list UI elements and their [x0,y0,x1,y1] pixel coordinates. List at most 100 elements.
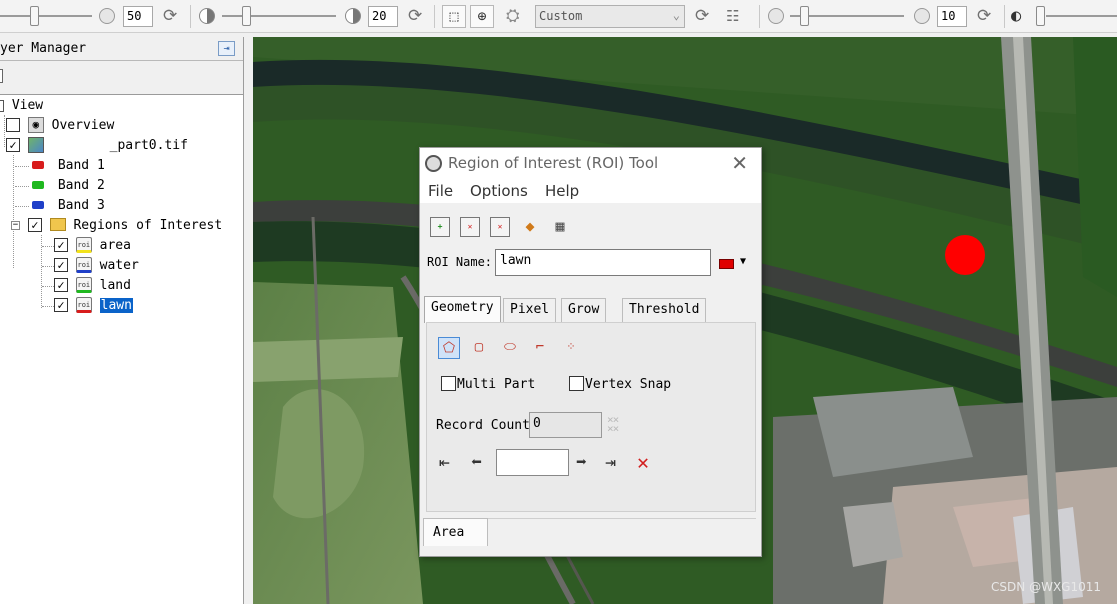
overview-checkbox[interactable] [6,117,20,132]
ellipse-tool-icon[interactable]: ⬭ [499,337,521,359]
tree-item-regions-of-interest[interactable]: − ✓ Regions of Interest [11,216,222,236]
tab-geometry[interactable]: Geometry [424,296,501,323]
contrast-slider-track[interactable] [222,15,336,17]
contrast-icon [199,8,215,24]
collapse-icon[interactable]: − [11,221,20,230]
tree-item-label-selected: lawn [99,298,133,313]
multi-part-option[interactable]: Multi Part [441,376,536,392]
vertex-snap-checkbox[interactable] [569,376,584,391]
stretch-mode-select[interactable]: Custom ⌄ [535,5,685,28]
tree-item-label: View [11,98,44,113]
stretch-icon[interactable]: ⛭ [506,6,520,26]
contrast-slider-thumb[interactable] [242,6,251,26]
vertex-snap-option[interactable]: Vertex Snap [569,376,672,392]
zoom-extent-icon[interactable]: ⬚ [442,5,466,28]
tree-item-roi-lawn[interactable]: ✓ roi lawn [54,296,133,316]
sharpen-icon [768,8,784,24]
layer-manager-title: yer Manager [0,41,87,56]
brightness-value-field[interactable]: 50 [123,6,153,27]
tree-item-band-2[interactable]: Band 2 [32,176,105,196]
delete-record-icon[interactable]: ✕ [637,450,649,474]
last-record-icon[interactable]: ⇥ [605,453,616,473]
calculator-icon[interactable]: ▦ [550,217,570,237]
band-blue-icon [32,200,44,209]
band-red-icon [32,160,44,169]
multi-part-checkbox[interactable] [441,376,456,391]
multi-part-label: Multi Part [457,377,536,392]
roi-checkbox[interactable]: ✓ [54,297,68,312]
dialog-menu-bar: File Options Help [420,179,761,203]
tree-item-roi-land[interactable]: ✓ roi land [54,276,131,296]
dialog-title-bar[interactable]: Region of Interest (ROI) Tool ✕ [420,148,761,179]
tab-grow[interactable]: Grow [561,298,607,322]
polygon-tool-icon[interactable]: ⬠ [438,337,460,359]
brightness-slider-thumb[interactable] [30,6,39,26]
raster-image-icon [27,136,44,153]
record-number-input[interactable] [496,449,569,476]
delete-roi-icon[interactable]: ✕ [460,217,480,237]
stretch-reset-icon[interactable]: ⟳ [695,6,709,26]
roi-checkbox[interactable]: ✓ [54,257,68,272]
new-roi-icon[interactable]: + [430,217,450,237]
tree-item-band-1[interactable]: Band 1 [32,156,105,176]
delete-all-roi-icon[interactable]: ✕ [490,217,510,237]
contrast-value-field[interactable]: 20 [368,6,398,27]
menu-options[interactable]: Options [470,182,528,200]
raster-checkbox[interactable]: ✓ [6,137,20,152]
tree-item-overview[interactable]: ◉ Overview [6,116,114,136]
menu-help[interactable]: Help [545,182,579,200]
toolbar-divider [759,5,760,28]
tab-threshold[interactable]: Threshold [622,298,707,322]
sharpen-slider-thumb[interactable] [800,6,809,26]
main-toolbar: 50 ⟳ 20 ⟳ ⬚ ⊕ ⛭ Custom ⌄ ⟳ ☷ 10 ⟳ ◐ [0,0,1117,33]
dialog-title: Region of Interest (ROI) Tool [448,154,659,172]
polyline-tool-icon[interactable]: ⌐ [529,337,551,359]
roi-checkbox[interactable]: ✓ [54,237,68,252]
pan-crosshair-icon[interactable]: ⊕ [470,5,494,28]
roi-icon: roi [75,296,92,313]
chevron-down-icon[interactable]: ▼ [740,256,746,267]
sharpen-reset-icon[interactable]: ⟳ [977,6,991,26]
tree-line [42,306,54,307]
eye-icon: ◉ [27,116,44,133]
tree-line [15,186,29,187]
tree-item-view[interactable]: View [0,96,43,116]
contrast-high-icon [345,8,361,24]
roi-tool-app-icon [425,155,442,172]
tree-line [15,206,29,207]
vertex-snap-label: Vertex Snap [585,377,672,392]
contrast-reset-icon[interactable]: ⟳ [408,6,422,26]
tree-item-raster[interactable]: ✓ _part0.tif [6,136,188,156]
tree-item-band-3[interactable]: Band 3 [32,196,105,216]
histogram-icon[interactable]: ☷ [726,6,739,26]
roi-name-input[interactable]: lawn [495,249,711,276]
collapse-icon[interactable] [0,99,4,112]
brightness-reset-icon[interactable]: ⟳ [163,6,177,26]
first-record-icon[interactable]: ⇤ [439,453,450,473]
roi-color-swatch[interactable] [719,259,734,269]
dock-panel-icon[interactable]: ⇥ [218,41,235,56]
close-icon[interactable]: ✕ [731,151,748,175]
record-count-field: 0 [529,412,602,438]
tab-area[interactable]: Area [423,518,488,546]
point-tool-icon[interactable]: ⁘ [560,337,582,359]
tab-pixel[interactable]: Pixel [503,298,557,322]
panel-grip [0,69,3,83]
roi-lawn-polygon[interactable] [945,235,985,275]
tree-item-roi-area[interactable]: ✓ roi area [54,236,131,256]
next-record-icon[interactable]: ➡ [576,453,587,473]
transparency-slider-track[interactable] [1046,15,1117,17]
sharpen-high-icon [914,8,930,24]
tree-item-roi-water[interactable]: ✓ roi water [54,256,139,276]
sharpen-value-field[interactable]: 10 [937,6,967,27]
transparency-slider-thumb[interactable] [1036,6,1045,26]
brightness-slider-track[interactable] [0,15,92,17]
tree-item-label: area [99,238,131,253]
roi-folder-checkbox[interactable]: ✓ [27,217,42,232]
rectangle-tool-icon[interactable]: ▢ [468,337,490,359]
roi-checkbox[interactable]: ✓ [54,277,68,292]
import-roi-icon[interactable]: ◆ [520,217,540,237]
menu-file[interactable]: File [428,182,453,200]
clear-records-icon: ×× ×× [607,413,619,435]
previous-record-icon[interactable]: ⬅ [471,453,482,473]
